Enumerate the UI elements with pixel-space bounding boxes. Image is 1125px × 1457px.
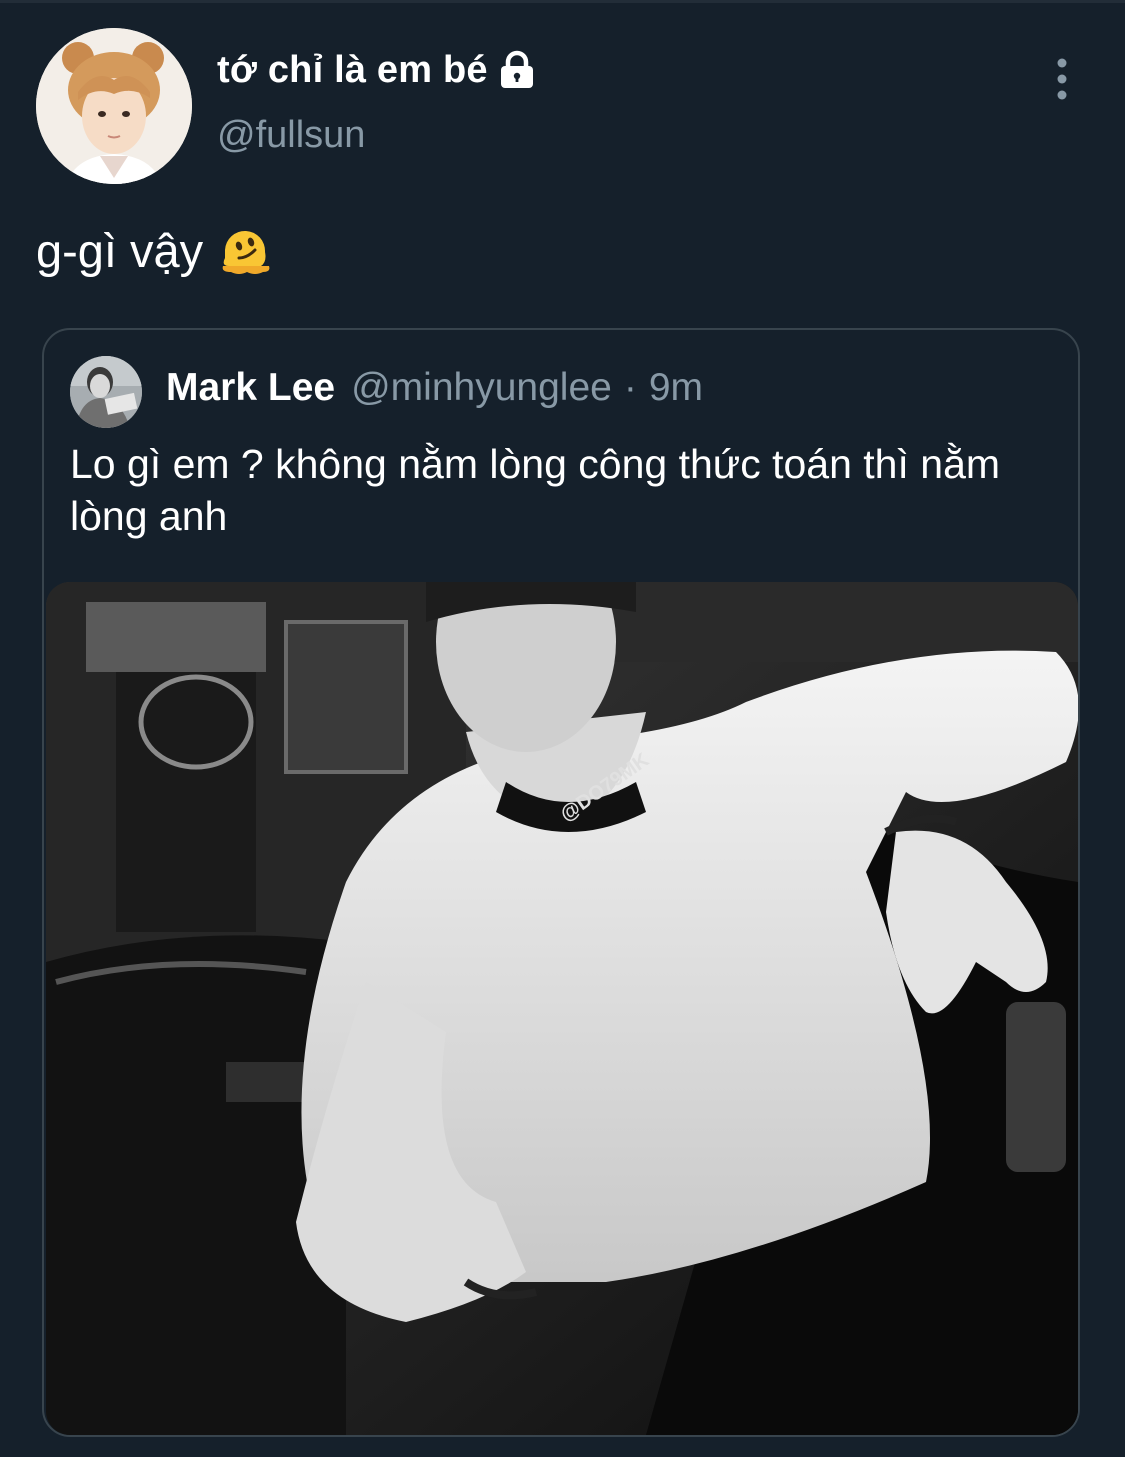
header-separator: · [623,366,637,409]
author-handle[interactable]: @fullsun [217,114,365,157]
quoted-tweet-card[interactable]: Mark Lee @minhyunglee · 9m Lo gì em ? kh… [42,328,1080,1437]
more-options-button[interactable] [1044,56,1080,102]
lock-icon [496,49,538,91]
author-name-row: tớ chỉ là em bé [217,44,538,96]
quoted-tweet-timestamp[interactable]: 9m [649,366,703,410]
quoted-author-handle[interactable]: @minhyunglee [351,366,612,410]
vertical-ellipsis-icon [1057,58,1067,100]
quoted-tweet-photo[interactable]: @DO79MK [46,582,1078,1435]
quoted-author-avatar[interactable] [70,356,142,428]
author-avatar-image [36,28,192,184]
top-divider [0,0,1125,3]
author-avatar[interactable] [36,28,192,184]
quoted-author-avatar-image [70,356,142,428]
author-display-name[interactable]: tớ chỉ là em bé [217,49,488,92]
tweet-text: g-gì vậy [36,222,273,278]
quoted-tweet-header: Mark Lee @minhyunglee · 9m [166,366,703,410]
tweet-text-content: g-gì vậy [36,223,204,277]
melting-face-emoji [217,222,273,278]
photo-image: @DO79MK [46,582,1078,1435]
quoted-author-name[interactable]: Mark Lee [166,366,335,410]
quoted-tweet-text: Lo gì em ? không nằm lòng công thức toán… [70,441,1001,539]
